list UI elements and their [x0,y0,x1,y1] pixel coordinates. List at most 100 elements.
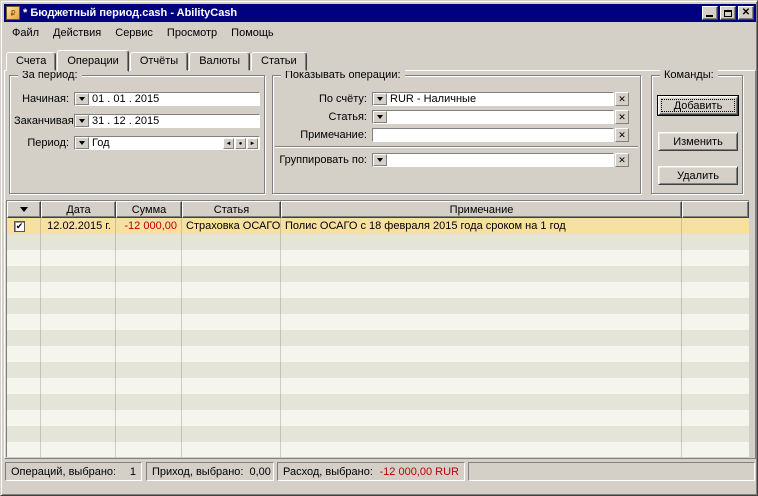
empty-cell [116,410,182,426]
empty-cell [281,298,682,314]
article-clear-button[interactable]: ✕ [615,110,629,124]
note-clear-button[interactable]: ✕ [615,128,629,142]
column-header-check[interactable] [7,201,41,218]
title-bar[interactable]: ₽ * Бюджетный период.cash - AbilityCash … [4,4,756,22]
tab-accounts[interactable]: Счета [6,52,56,71]
empty-cell [41,426,116,442]
period-current-button[interactable]: ● [235,138,246,149]
empty-cell [116,426,182,442]
period-prev-button[interactable]: ◄ [223,138,234,149]
end-date-value[interactable]: 31 . 12 . 2015 [89,115,259,127]
article-dropdown-button[interactable] [373,111,387,123]
menu-service[interactable]: Сервис [108,25,160,41]
empty-cell [116,266,182,282]
empty-cell [116,282,182,298]
empty-cell [281,394,682,410]
column-header-date[interactable]: Дата [41,201,116,218]
add-button[interactable]: Добавить [658,96,738,115]
group-by-dropdown-button[interactable] [373,154,387,166]
status-income-label: Приход, выбрано: [152,466,244,478]
period-next-button[interactable]: ► [247,138,258,149]
empty-cell [182,410,281,426]
empty-cell [281,442,682,457]
account-field[interactable]: RUR - Наличные [372,92,614,106]
table-row[interactable]: ✔ 12.02.2015 г. -12 000,00 Страховка ОСА… [7,218,749,234]
chevron-down-icon [79,119,85,123]
start-date-label: Начиная: [14,93,74,106]
row-checkbox[interactable]: ✔ [14,221,25,232]
period-dropdown-button[interactable] [75,137,89,149]
table-header-row: Дата Сумма Статья Примечание [7,201,749,218]
column-header-article[interactable]: Статья [182,201,281,218]
clear-icon: ✕ [618,113,626,122]
row-check-cell: ✔ [7,218,41,234]
tab-currencies[interactable]: Валюты [189,52,250,71]
article-filter-field[interactable] [372,110,614,124]
empty-cell [281,346,682,362]
empty-cell [116,394,182,410]
empty-cell [7,250,41,266]
empty-cell [281,314,682,330]
end-date-dropdown-button[interactable] [75,115,89,127]
empty-cell [116,234,182,250]
edit-button[interactable]: Изменить [658,132,738,151]
empty-cell [182,330,281,346]
empty-cell [182,234,281,250]
end-date-field[interactable]: 31 . 12 . 2015 [74,114,260,128]
empty-cell [41,314,116,330]
tab-strip: Счета Операции Отчёты Валюты Статьи [6,49,308,71]
delete-button[interactable]: Удалить [658,166,738,185]
chevron-down-icon [377,97,383,101]
empty-cell [7,426,41,442]
maximize-button[interactable] [720,6,736,20]
tab-operations[interactable]: Операции [57,50,128,72]
period-spinner: ◄ ● ► [222,138,258,149]
chevron-down-icon [377,158,383,162]
empty-cell [281,362,682,378]
menu-file[interactable]: Файл [5,25,46,41]
empty-cell [41,410,116,426]
minimize-button[interactable] [702,6,718,20]
period-field[interactable]: Год ◄ ● ► [74,136,260,150]
account-clear-button[interactable]: ✕ [615,92,629,106]
empty-cell [7,314,41,330]
tab-articles[interactable]: Статьи [251,52,307,71]
start-date-value[interactable]: 01 . 01 . 2015 [89,93,259,105]
operations-table: Дата Сумма Статья Примечание ✔ 12.02.201… [6,200,749,457]
column-header-amount[interactable]: Сумма [116,201,182,218]
empty-cell [7,346,41,362]
menu-help[interactable]: Помощь [224,25,281,41]
empty-cell [281,234,682,250]
article-filter-value[interactable] [387,111,613,123]
empty-cell [182,346,281,362]
menu-view[interactable]: Просмотр [160,25,224,41]
column-header-note[interactable]: Примечание [281,201,682,218]
table-empty-row [7,250,749,266]
empty-cell [682,442,749,457]
account-value[interactable]: RUR - Наличные [387,93,613,105]
group-by-value[interactable] [387,154,613,166]
clear-icon: ✕ [618,131,626,140]
account-dropdown-button[interactable] [373,93,387,105]
empty-cell [41,442,116,457]
column-header-empty[interactable] [682,201,749,218]
empty-cell [116,346,182,362]
close-icon: ✕ [742,8,750,18]
group-by-field[interactable] [372,153,614,167]
menu-actions[interactable]: Действия [46,25,108,41]
status-operations-panel: Операций, выбрано: 1 [5,462,142,481]
table-empty-row [7,378,749,394]
note-filter-field[interactable] [372,128,614,142]
group-by-clear-button[interactable]: ✕ [615,153,629,167]
empty-cell [281,250,682,266]
empty-cell [281,410,682,426]
note-filter-value[interactable] [373,129,613,141]
tab-reports[interactable]: Отчёты [130,52,188,71]
empty-cell [182,426,281,442]
empty-cell [116,330,182,346]
status-operations-value: 1 [130,466,136,478]
close-button[interactable]: ✕ [738,6,754,20]
start-date-field[interactable]: 01 . 01 . 2015 [74,92,260,106]
empty-cell [41,378,116,394]
start-date-dropdown-button[interactable] [75,93,89,105]
